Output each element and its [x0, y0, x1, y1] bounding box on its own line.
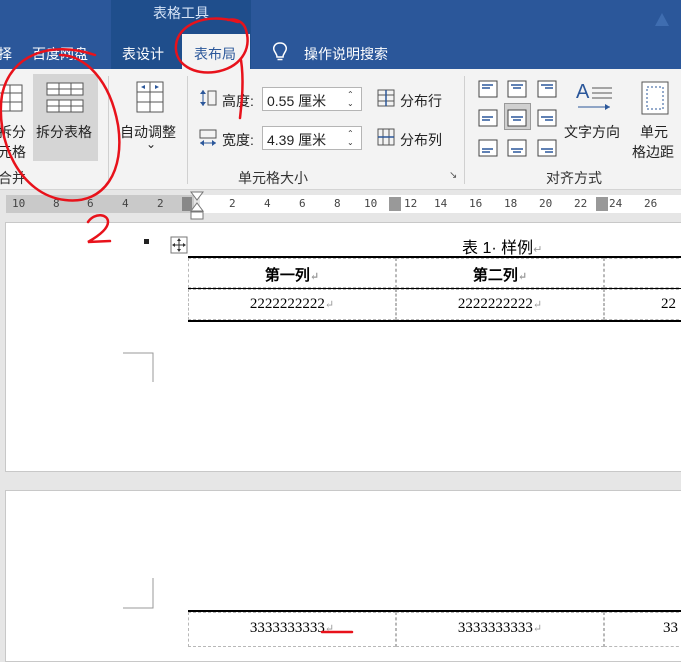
split-table-icon	[46, 82, 84, 113]
cell-margins-icon	[641, 81, 669, 115]
height-spinner[interactable]: ⌃ ⌄	[347, 90, 354, 108]
table-header-cell[interactable]: 第一列↵	[188, 258, 396, 288]
ruler-tick: 4	[122, 197, 129, 210]
column-width-icon	[199, 129, 217, 146]
indent-marker-icon[interactable]	[190, 191, 204, 221]
cell-text: 3333333333	[457, 620, 533, 636]
ruler-tick: 16	[469, 197, 483, 210]
text-direction-button[interactable]: 文字方向	[564, 122, 620, 142]
table-cell[interactable]: 3333333333↵	[396, 612, 604, 647]
ruler-tick: 12	[404, 197, 418, 210]
table-cell[interactable]: 2222222222↵	[188, 289, 396, 320]
caption-text: 表 1· 样例	[462, 240, 534, 257]
width-label: 宽度:	[222, 132, 254, 148]
cell-text: 2222222222	[457, 296, 533, 312]
ruler-tick: 8	[334, 197, 341, 210]
ruler-tick: 26	[644, 197, 658, 210]
column-marker-icon[interactable]	[596, 197, 608, 211]
table-header-cell[interactable]	[604, 258, 681, 288]
ruler-tick: 6	[299, 197, 306, 210]
ruler-tick: 2	[229, 197, 236, 210]
row-height-icon	[200, 90, 217, 106]
cell-margins-label-2[interactable]: 格边距	[632, 142, 674, 162]
split-table-label: 拆分表格	[36, 124, 92, 140]
ruler-tick: 20	[539, 197, 553, 210]
cell-size-group-label: 单元格大小	[238, 170, 308, 186]
tab-partial[interactable]: 择	[0, 44, 12, 64]
ruler-tick: 24	[609, 197, 623, 210]
ruler-tick: 8	[53, 197, 60, 210]
cell-mark: ↵	[324, 623, 335, 635]
distribute-rows-icon	[377, 89, 395, 107]
alignment-group-label: 对齐方式	[546, 170, 602, 186]
ruler-margin-area	[6, 195, 194, 213]
distribute-columns-icon	[377, 128, 395, 146]
margin-crop-mark	[123, 352, 154, 382]
cell-mark: ↵	[324, 299, 335, 311]
split-cells-icon	[0, 84, 23, 112]
distribute-columns-button[interactable]: 分布列	[400, 130, 442, 150]
alignment-buttons-icon[interactable]	[476, 78, 558, 160]
cell-text: 2222222222	[249, 296, 325, 312]
header-text: 第一列	[264, 268, 310, 284]
ruler-tick: 2	[157, 197, 164, 210]
table-cell[interactable]: 22	[604, 289, 681, 320]
table-move-handle-icon[interactable]	[170, 236, 188, 254]
cell-text: 33	[663, 620, 678, 636]
group-separator	[464, 76, 465, 184]
cell-text: 3333333333	[249, 620, 325, 636]
table-tools-label: 表格工具	[153, 5, 209, 21]
paragraph-bullet	[144, 239, 149, 244]
width-value: 4.39 厘米	[267, 132, 327, 148]
cell-mark: ↵	[532, 299, 543, 311]
table-cell[interactable]: 2222222222↵	[396, 289, 604, 320]
share-icon[interactable]	[652, 10, 672, 30]
ruler-tick: 10	[364, 197, 378, 210]
split-cells-label-1[interactable]: 拆分	[0, 122, 26, 142]
table-cell[interactable]: 33	[604, 612, 681, 647]
tab-table-design[interactable]: 表设计	[122, 44, 164, 64]
dialog-launcher-icon[interactable]: ↘	[449, 170, 457, 181]
svg-text:A: A	[576, 81, 590, 103]
ruler-tick: 18	[504, 197, 518, 210]
search-box[interactable]: 操作说明搜索	[304, 44, 388, 64]
split-cells-label-2[interactable]: 元格	[0, 142, 26, 162]
table-caption: 表 1· 样例↵	[462, 234, 542, 258]
cell-margins-label-1[interactable]: 单元	[640, 122, 668, 142]
tab-table-layout[interactable]: 表布局	[194, 44, 236, 64]
cell-mark: ↵	[532, 623, 543, 635]
lightbulb-icon	[273, 42, 287, 61]
text-direction-icon: A	[576, 81, 612, 110]
paragraph-mark: ↵	[533, 244, 543, 256]
table-cell[interactable]: 3333333333↵	[188, 612, 396, 647]
group-separator	[187, 76, 188, 184]
autofit-icon	[136, 81, 164, 113]
cell-mark: ↵	[517, 271, 528, 283]
ruler-tick: 14	[434, 197, 448, 210]
autofit-dropdown-arrow[interactable]: ⌄	[146, 137, 156, 151]
group-separator	[108, 76, 109, 184]
table-bottom-border	[188, 320, 681, 322]
height-value: 0.55 厘米	[267, 93, 327, 109]
margin-crop-mark	[123, 578, 154, 609]
cell-text: 22	[661, 296, 676, 312]
column-marker-icon[interactable]	[389, 197, 401, 211]
width-spinner[interactable]: ⌃ ⌄	[347, 129, 354, 147]
ruler-tick: 4	[264, 197, 271, 210]
cell-mark: ↵	[309, 271, 320, 283]
table-header-cell[interactable]: 第二列↵	[396, 258, 604, 288]
header-text: 第二列	[472, 268, 518, 284]
ruler-tick: 10	[12, 197, 26, 210]
ruler-tick: 22	[574, 197, 588, 210]
ruler-tick: 6	[87, 197, 94, 210]
height-label: 高度:	[222, 93, 254, 109]
distribute-rows-button[interactable]: 分布行	[400, 91, 442, 111]
merge-group-label: 合并	[0, 170, 26, 186]
column-marker-icon[interactable]	[182, 197, 192, 211]
tab-baidu-netdisk[interactable]: 百度网盘	[32, 44, 88, 64]
